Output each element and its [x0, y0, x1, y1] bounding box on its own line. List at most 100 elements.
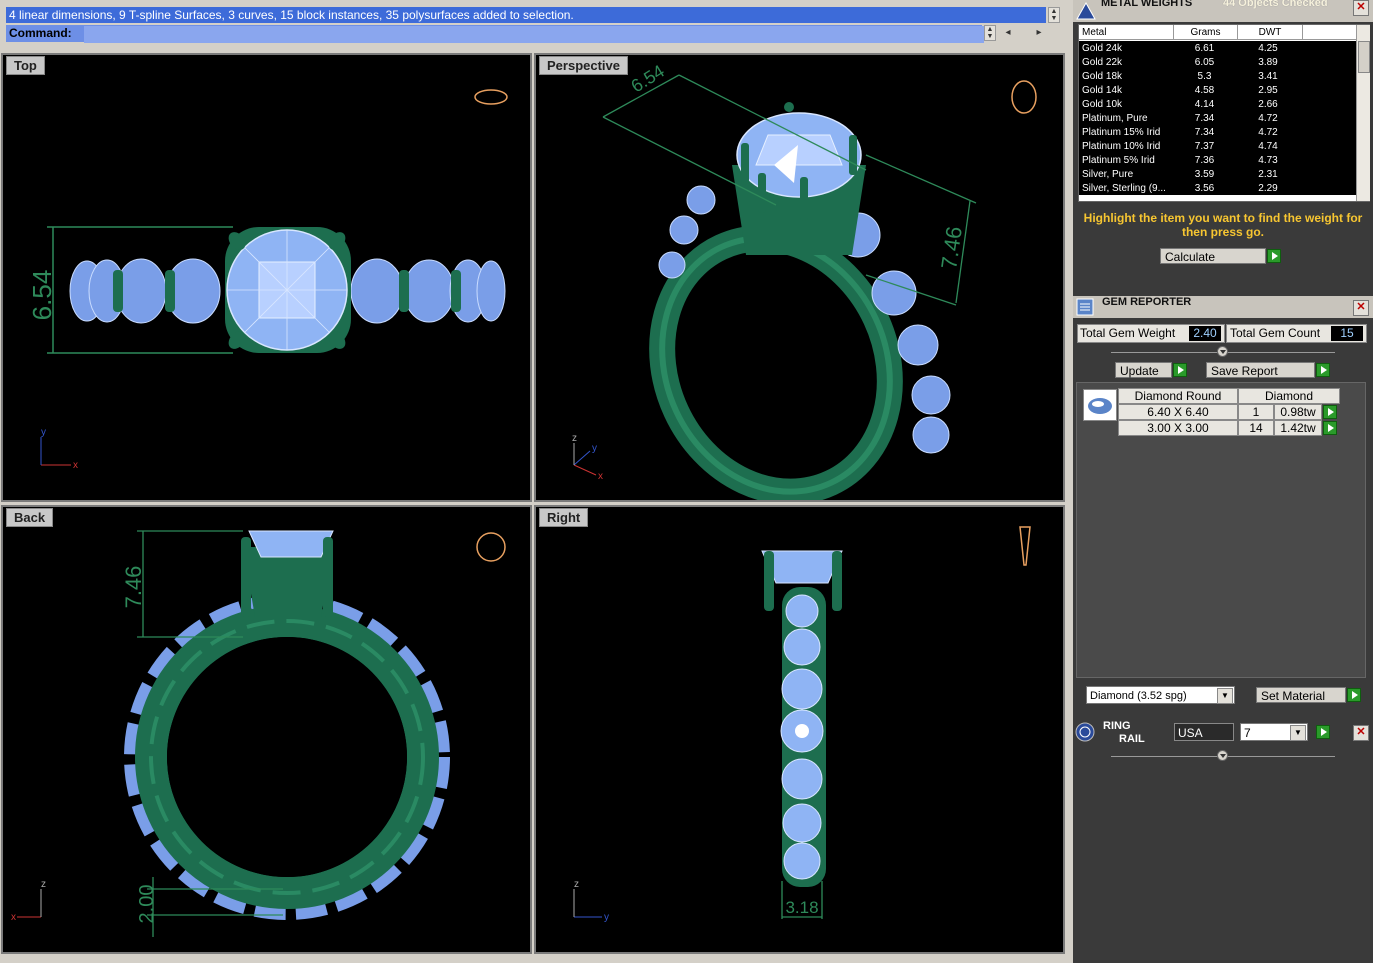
top-dim-label: 6.54 — [27, 270, 57, 321]
svg-text:z: z — [572, 433, 577, 444]
save-report-go-button[interactable] — [1316, 363, 1330, 377]
col-header-dwt[interactable]: DWT — [1237, 25, 1303, 40]
right-view-drawing: 3.18 y z — [573, 526, 1031, 923]
gem-row-go-button[interactable] — [1323, 421, 1337, 435]
gem-row-size[interactable]: 6.40 X 6.40 — [1118, 404, 1238, 420]
gem-reporter-close-button[interactable]: ✕ — [1353, 300, 1369, 316]
bezel — [451, 270, 461, 312]
calculate-button[interactable]: Calculate — [1160, 248, 1266, 264]
update-button[interactable]: Update — [1115, 362, 1172, 378]
diamond-round-icon — [1083, 389, 1117, 421]
command-prev-arrow-icon[interactable]: ◂ — [1001, 27, 1015, 38]
table-row[interactable]: Gold 24k 6.61 4.25 — [1079, 41, 1356, 55]
metal-weights-title: METAL WEIGHTS — [1101, 0, 1193, 9]
chevron-down-icon[interactable]: ▼ — [1217, 688, 1233, 704]
ring-rail-close-button[interactable]: ✕ — [1353, 725, 1369, 741]
gem-row-go-button[interactable] — [1323, 405, 1337, 419]
save-report-button[interactable]: Save Report — [1206, 362, 1315, 378]
top-view-drawing: 6.54 x y — [27, 89, 508, 471]
gem-row-tw[interactable]: 1.42tw — [1274, 420, 1322, 436]
ring-standard-field[interactable]: USA — [1174, 723, 1234, 741]
col-header-grams[interactable]: Grams — [1173, 25, 1238, 40]
svg-text:x: x — [11, 912, 16, 923]
col-header-metal[interactable]: Metal — [1079, 25, 1174, 40]
set-material-go-button[interactable] — [1347, 688, 1361, 702]
persp-dim-b: 7.46 — [936, 225, 967, 271]
back-view-drawing: 7.46 2.00 x z — [11, 530, 506, 937]
gem-row-count[interactable]: 14 — [1238, 420, 1274, 436]
svg-text:z: z — [41, 879, 46, 890]
bezel — [165, 270, 175, 312]
svg-text:z: z — [574, 879, 579, 890]
table-row[interactable]: Silver, Sterling (9... 3.56 2.29 — [1079, 181, 1356, 195]
side-stone — [403, 259, 455, 323]
material-select[interactable]: Diamond (3.52 spg) ▼ — [1086, 686, 1235, 704]
metal-list-scrollbar[interactable] — [1356, 25, 1370, 201]
viewport-top[interactable]: Top 6.54 x y — [1, 53, 532, 502]
total-gem-count-label: Total Gem Count — [1230, 326, 1321, 340]
svg-text:y: y — [604, 912, 609, 923]
command-input[interactable] — [84, 26, 984, 43]
ring-orientation-icon — [476, 532, 506, 562]
svg-text:x: x — [73, 460, 78, 471]
ring-rail-title-2: RAIL — [1119, 733, 1145, 745]
table-row[interactable]: Silver, Pure 3.59 2.31 — [1079, 167, 1356, 181]
bezel — [113, 270, 123, 312]
perspective-view-drawing: 6.54 7.46 x y z — [572, 61, 1037, 500]
table-row[interactable]: Platinum 15% Irid 7.34 4.72 — [1079, 125, 1356, 139]
persp-dim-a: 6.54 — [628, 61, 668, 97]
total-gem-weight-label: Total Gem Weight — [1080, 326, 1176, 340]
ring-size-value: 7 — [1244, 726, 1251, 740]
gem-row-tw[interactable]: 0.98tw — [1274, 404, 1322, 420]
total-gem-count-value: 15 — [1331, 326, 1363, 341]
svg-text:x: x — [598, 471, 603, 482]
viewport-back[interactable]: Back 7.46 2.00 x z — [1, 505, 532, 954]
total-gem-weight-value: 2.40 — [1189, 326, 1221, 341]
gem-row-size[interactable]: 3.00 X 3.00 — [1118, 420, 1238, 436]
update-go-button[interactable] — [1173, 363, 1187, 377]
gem-row-count[interactable]: 1 — [1238, 404, 1274, 420]
side-stone — [476, 260, 506, 322]
command-next-arrow-icon[interactable]: ▸ — [1032, 27, 1046, 38]
metal-weights-hint: Highlight the item you want to find the … — [1083, 211, 1363, 239]
back-dim-b: 2.00 — [136, 885, 158, 924]
side-stone — [350, 258, 404, 324]
objects-checked: 44 Objects Checked — [1223, 0, 1328, 9]
table-row[interactable]: Platinum 10% Irid 7.37 4.74 — [1079, 139, 1356, 153]
viewport-perspective[interactable]: Perspective 6.54 7.46 x y z — [534, 53, 1065, 502]
gem-reporter-title: GEM REPORTER — [1102, 296, 1192, 308]
side-stone — [115, 258, 167, 324]
table-row[interactable]: Gold 14k 4.58 2.95 — [1079, 83, 1356, 97]
command-spinner[interactable]: ▲ ▼ — [984, 25, 996, 41]
ring-rail-icon — [1075, 722, 1095, 742]
svg-text:y: y — [592, 443, 597, 454]
ring-rail-go-button[interactable] — [1316, 725, 1330, 739]
table-row[interactable]: Gold 22k 6.05 3.89 — [1079, 55, 1356, 69]
ring-orientation-icon — [474, 89, 508, 105]
metal-weights-icon — [1076, 1, 1096, 20]
table-row[interactable]: Gold 18k 5.3 3.41 — [1079, 69, 1356, 83]
right-dim: 3.18 — [785, 898, 818, 917]
right-panel: METAL WEIGHTS 44 Objects Checked ✕ Metal… — [1073, 0, 1373, 963]
chevron-down-icon[interactable]: ▼ — [1290, 725, 1306, 741]
table-row[interactable]: Platinum, Pure 7.34 4.72 — [1079, 111, 1356, 125]
calculate-go-button[interactable] — [1267, 249, 1281, 263]
ring-size-select[interactable]: 7 ▼ — [1240, 723, 1308, 741]
command-history-line: 4 linear dimensions, 9 T-spline Surfaces… — [6, 7, 1046, 23]
svg-text:y: y — [41, 427, 46, 438]
gem-reporter-slider-knob[interactable] — [1217, 346, 1228, 357]
ring-rail-slider-knob[interactable] — [1217, 750, 1228, 761]
history-scroll-spinner[interactable]: ▲ ▼ — [1048, 7, 1060, 23]
set-material-button[interactable]: Set Material — [1256, 687, 1346, 703]
gem-reporter-icon — [1076, 298, 1094, 316]
metal-weights-close-button[interactable]: ✕ — [1353, 0, 1369, 16]
back-dim-a: 7.46 — [121, 566, 146, 609]
ring-rail-title-1: RING — [1103, 720, 1131, 732]
metal-weights-list[interactable]: Metal Grams DWT Gold 24k 6.61 4.25 Gold 22… — [1078, 24, 1370, 202]
center-stone — [248, 530, 334, 558]
table-row[interactable]: Gold 10k 4.14 2.66 — [1079, 97, 1356, 111]
viewport-right[interactable]: Right 3.18 y z — [534, 505, 1065, 954]
table-row[interactable]: Platinum 5% Irid 7.36 4.73 — [1079, 153, 1356, 167]
bezel — [399, 270, 409, 312]
material-select-value: Diamond (3.52 spg) — [1090, 690, 1187, 702]
